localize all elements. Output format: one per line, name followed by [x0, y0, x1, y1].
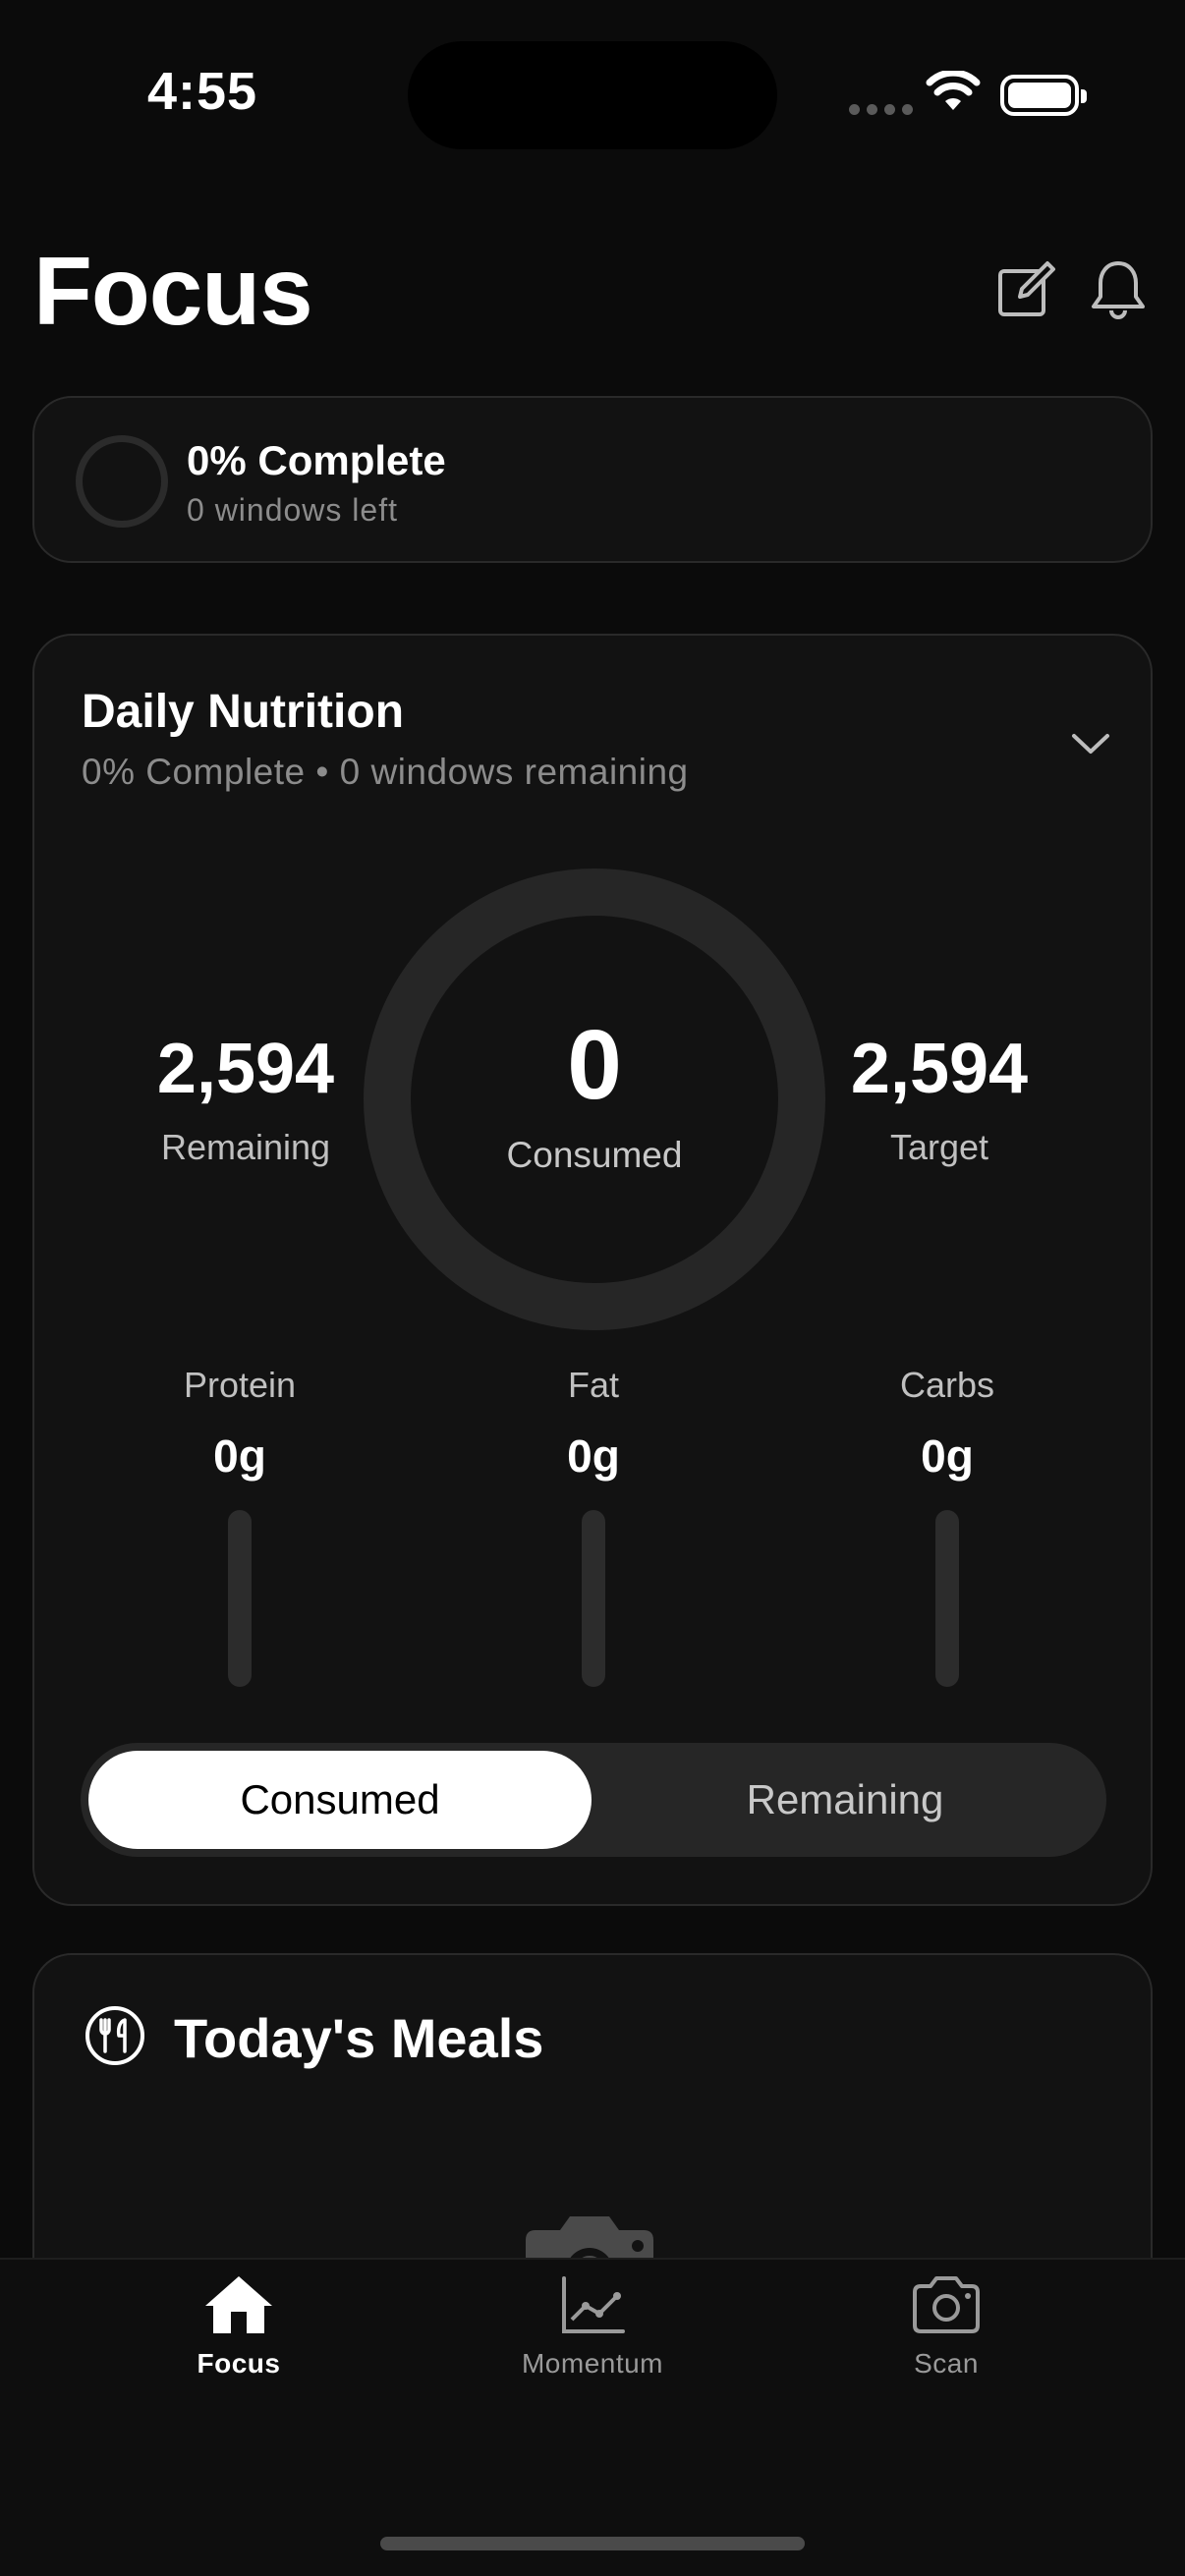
status-time: 4:55 [147, 62, 258, 121]
macro-protein-bar [228, 1510, 252, 1687]
chart-icon [553, 2266, 632, 2344]
progress-title: 0% Complete [187, 437, 446, 483]
macro-fat-bar [582, 1510, 605, 1687]
edit-icon[interactable] [994, 257, 1057, 320]
macro-carbs-value: 0g [921, 1430, 974, 1482]
consumed-value: 0 [567, 1010, 622, 1120]
macro-protein-label: Protein [183, 1365, 297, 1405]
remaining-label: Remaining [160, 1127, 331, 1167]
tab-bar: Focus Momentum Scan [0, 2258, 1185, 2576]
tab-scan-label: Scan [914, 2348, 979, 2379]
tab-momentum[interactable]: Momentum [475, 2266, 710, 2393]
page-title: Focus [33, 237, 313, 345]
wifi-icon [926, 69, 981, 117]
toggle-remaining-button[interactable]: Remaining [592, 1751, 1099, 1849]
toggle-consumed-button[interactable]: Consumed [88, 1751, 592, 1849]
home-indicator [380, 2537, 805, 2550]
dynamic-island [408, 41, 777, 149]
focus-screen: 4:55 Focus 0% Complete 0 windows left Da… [0, 0, 1185, 2576]
tab-focus-label: Focus [197, 2348, 281, 2379]
tab-scan[interactable]: Scan [828, 2266, 1064, 2393]
tab-focus[interactable]: Focus [121, 2266, 357, 2393]
macro-carbs-bar [935, 1510, 959, 1687]
camera-icon [907, 2266, 986, 2344]
progress-ring [76, 435, 168, 528]
cellular-signal-icon [849, 104, 913, 115]
macro-carbs-label: Carbs [899, 1365, 995, 1405]
battery-icon [1000, 75, 1087, 116]
macro-protein-value: 0g [213, 1430, 266, 1482]
daily-nutrition-card: Daily Nutrition 0% Complete • 0 windows … [32, 634, 1153, 1906]
target-label: Target [889, 1127, 989, 1167]
target-value: 2,594 [850, 1030, 1029, 1108]
remaining-value: 2,594 [156, 1030, 335, 1108]
macro-fat-value: 0g [567, 1430, 620, 1482]
nutrition-subtitle: 0% Complete • 0 windows remaining [82, 752, 689, 792]
consumed-label: Consumed [506, 1135, 683, 1175]
meals-title: Today's Meals [174, 2007, 544, 2069]
home-icon [199, 2266, 278, 2344]
bell-icon[interactable] [1087, 257, 1150, 320]
macro-fat-label: Fat [567, 1365, 619, 1405]
fork-knife-icon [84, 2004, 146, 2067]
nutrition-title: Daily Nutrition [82, 686, 405, 738]
chevron-down-icon[interactable] [1066, 724, 1115, 763]
progress-summary-card[interactable]: 0% Complete 0 windows left [32, 396, 1153, 563]
consumed-remaining-toggle: Consumed Remaining [81, 1743, 1106, 1857]
progress-subtitle: 0 windows left [187, 492, 398, 528]
tab-momentum-label: Momentum [521, 2348, 664, 2379]
